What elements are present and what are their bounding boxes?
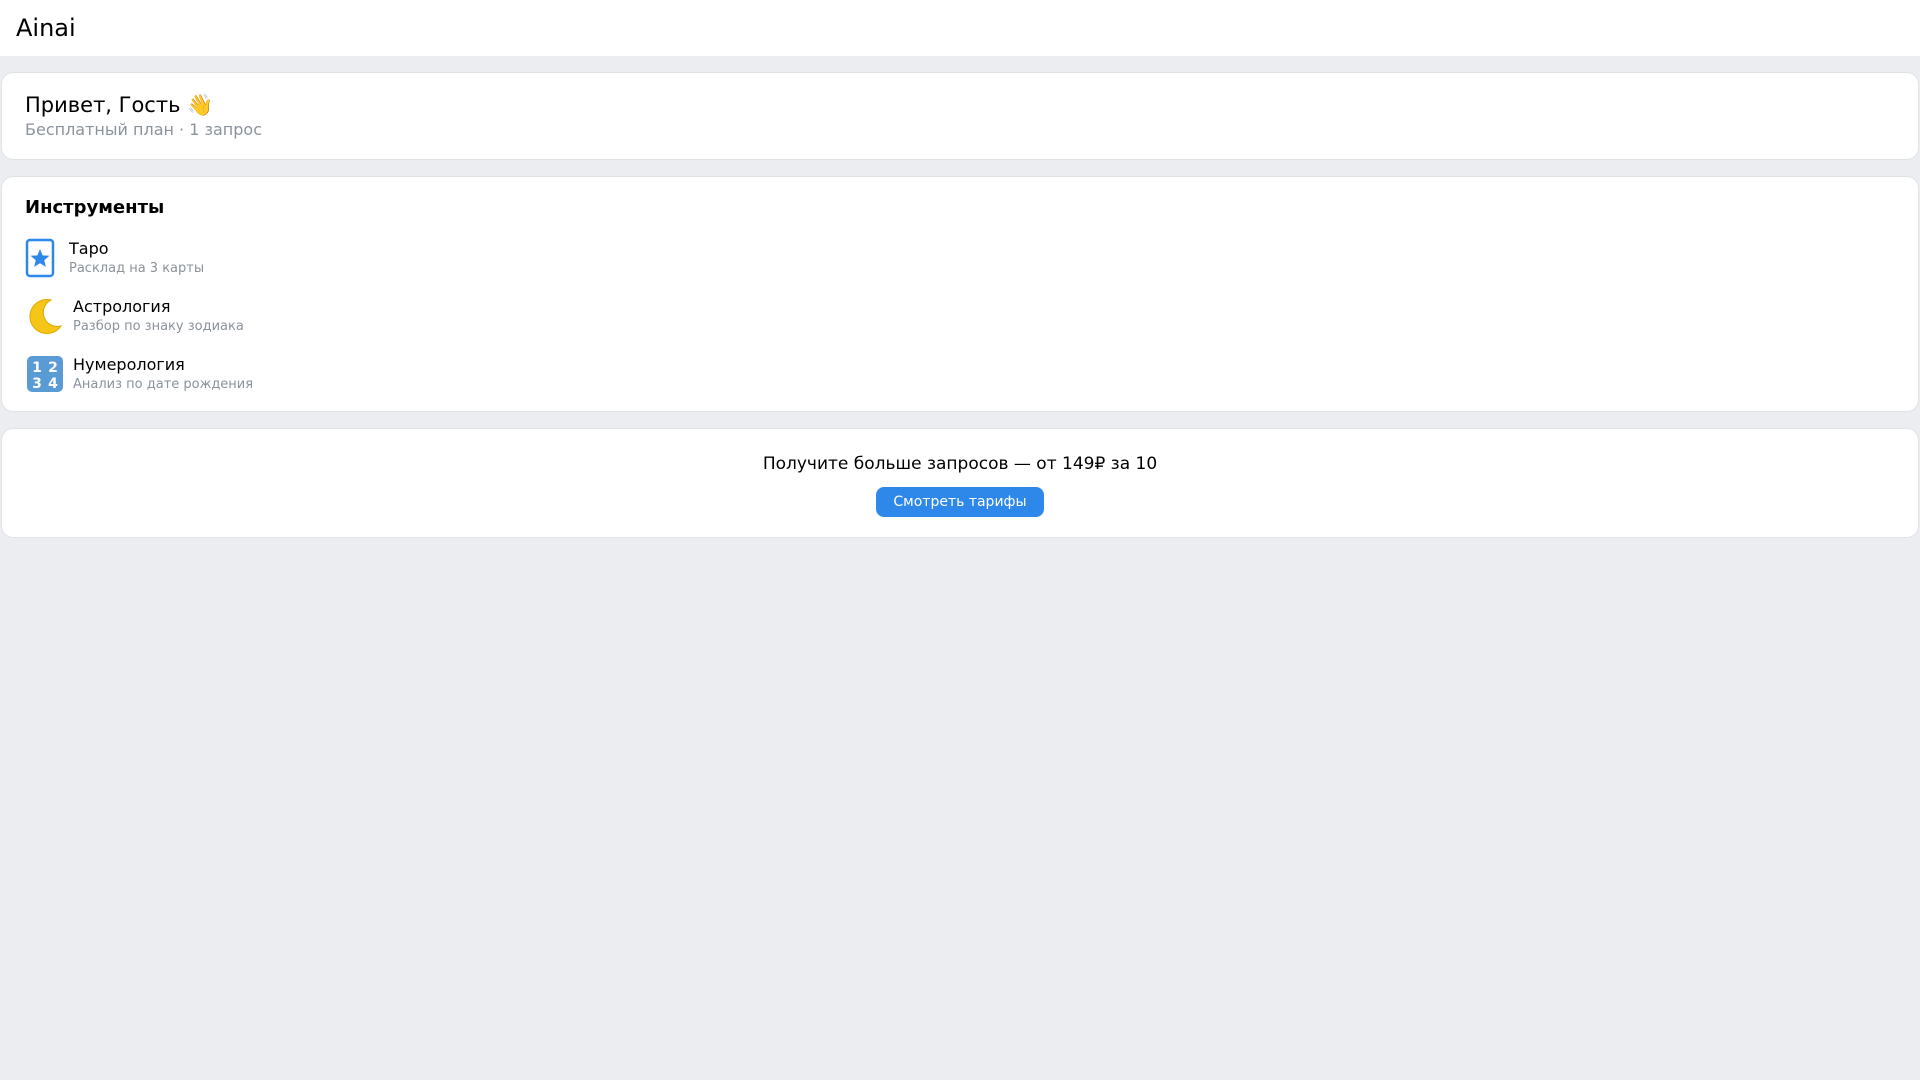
svg-text:3: 3 [32,376,42,392]
tools-card: Инструменты Таро Расклад на 3 карты Астр… [1,176,1919,412]
numbers-1234-icon: 1 2 3 4 [25,354,65,394]
tool-item-astrology[interactable]: Астрология Разбор по знаку зодиака [25,287,1895,345]
greeting-card: Привет, Гость 👋 Бесплатный план · 1 запр… [1,72,1919,160]
svg-text:4: 4 [48,376,58,392]
tool-item-tarot[interactable]: Таро Расклад на 3 карты [25,229,1895,287]
promo-card: Получите больше запросов — от 149₽ за 10… [1,428,1919,538]
svg-text:1: 1 [32,360,42,376]
top-bar: Ainai [0,0,1920,56]
tool-name: Нумерология [73,355,185,374]
view-tariffs-button[interactable]: Смотреть тарифы [876,487,1044,517]
tool-item-numerology[interactable]: 1 2 3 4 Нумерология Анализ по дате рожде… [25,345,1895,403]
app-title: Ainai [16,14,76,42]
tools-heading: Инструменты [25,197,165,218]
plan-status: Бесплатный план · 1 запрос [25,120,262,139]
tool-description: Расклад на 3 карты [69,261,205,276]
tarot-card-icon [25,238,55,278]
tool-name: Таро [69,239,109,258]
svg-text:2: 2 [48,360,58,376]
tool-description: Разбор по знаку зодиака [73,319,244,334]
greeting-title: Привет, Гость 👋 [25,93,214,117]
promo-text: Получите больше запросов — от 149₽ за 10 [762,454,1158,474]
tool-name: Астрология [73,297,171,316]
crescent-moon-icon [25,296,65,336]
tool-description: Анализ по дате рождения [73,377,254,392]
